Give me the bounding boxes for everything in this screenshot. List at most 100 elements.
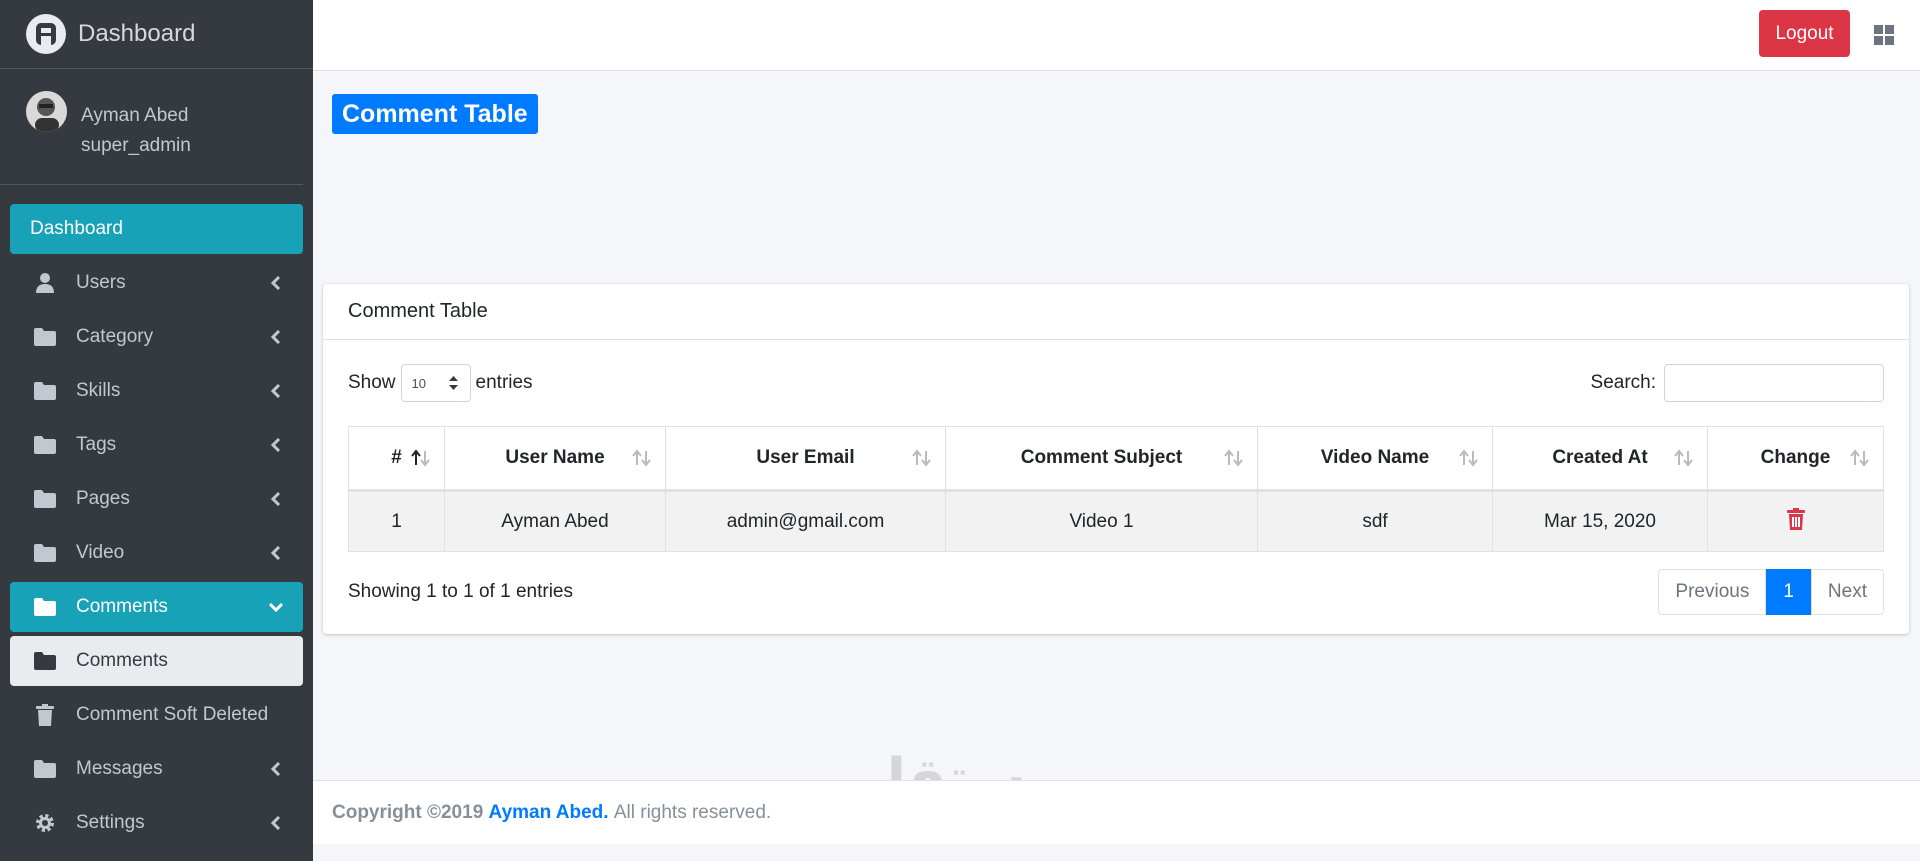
folder-icon [34, 380, 56, 402]
user-role: super_admin [81, 135, 191, 156]
chevron-left-icon [269, 438, 283, 452]
cell-video-name: sdf [1257, 490, 1493, 552]
folder-icon [34, 542, 56, 564]
sidebar-item-dashboard[interactable]: Dashboard [10, 204, 303, 254]
folder-icon [34, 650, 56, 672]
column-header-label: # [391, 447, 402, 468]
chevron-left-icon [269, 492, 283, 506]
sidebar-item-comments[interactable]: Comments [10, 582, 303, 632]
sort-icon [1673, 449, 1695, 467]
sidebar-item-label: Dashboard [30, 218, 123, 239]
sort-asc-icon [410, 449, 432, 467]
column-header-comment-subject[interactable]: Comment Subject [945, 426, 1258, 492]
search-control: Search: [1591, 364, 1884, 402]
page-button-current[interactable]: 1 [1766, 569, 1811, 615]
column-header-change[interactable]: Change [1707, 426, 1884, 492]
sort-icon [911, 449, 933, 467]
column-header-id[interactable]: # [348, 426, 445, 492]
entries-select-value: 10 [411, 375, 426, 391]
folder-icon [34, 434, 56, 456]
chevron-left-icon [269, 384, 283, 398]
sidebar-item-label: Comment Soft Deleted [76, 704, 269, 725]
bottom-strip [313, 844, 1920, 861]
brand-link[interactable]: Dashboard [0, 0, 313, 69]
sidebar-item-label: Video [76, 542, 125, 563]
chevron-left-icon [269, 762, 283, 776]
avatar [26, 91, 67, 132]
cell-change [1707, 490, 1884, 552]
column-header-label: Change [1760, 447, 1831, 468]
entries-select[interactable]: 10 [400, 364, 471, 402]
card-title: Comment Table [323, 284, 1909, 340]
user-name: Ayman Abed [81, 105, 189, 126]
sidebar-subitem-comments[interactable]: Comments [10, 636, 303, 686]
sidebar-item-pages[interactable]: Pages [10, 474, 303, 524]
search-input[interactable] [1664, 364, 1884, 402]
sidebar-item-label: Skills [76, 380, 121, 401]
cell-user-email: admin@gmail.com [665, 490, 946, 552]
column-header-created-at[interactable]: Created At [1492, 426, 1708, 492]
sort-icon [1849, 449, 1871, 467]
sidebar-item-settings[interactable]: Settings [10, 798, 303, 848]
cell-id: 1 [348, 490, 445, 552]
chevron-left-icon [269, 276, 283, 290]
sidebar-item-category[interactable]: Category [10, 312, 303, 362]
column-header-video-name[interactable]: Video Name [1257, 426, 1493, 492]
sidebar-nav: Dashboard Users Category Skills Tags Pag… [0, 185, 313, 848]
entries-length-control: Show 10 entries [348, 364, 533, 402]
delete-trash-icon[interactable] [1786, 507, 1805, 530]
sidebar-item-users[interactable]: Users [10, 258, 303, 308]
comment-table: # User Name User Email Comment Subject V… [348, 426, 1884, 552]
column-header-label: User Name [505, 447, 605, 468]
sidebar-item-label: Category [76, 326, 154, 347]
sidebar-item-label: Comments [76, 650, 168, 671]
footer-copyright: Copyright ©2019 [332, 801, 484, 823]
sidebar-item-label: Pages [76, 488, 130, 509]
previous-page-button[interactable]: Previous [1658, 569, 1767, 615]
folder-icon [34, 326, 56, 348]
cell-comment-subject: Video 1 [945, 490, 1258, 552]
column-header-user-email[interactable]: User Email [665, 426, 946, 492]
next-page-button[interactable]: Next [1810, 569, 1884, 615]
show-label: Show [348, 372, 396, 393]
folder-open-icon [34, 596, 56, 618]
sidebar-item-label: Users [76, 272, 126, 293]
user-panel[interactable]: Ayman Abed super_admin [0, 69, 303, 185]
select-caret-icon [448, 376, 458, 393]
cell-user-name: Ayman Abed [444, 490, 666, 552]
brand-title: Dashboard [78, 20, 196, 47]
sidebar-item-messages[interactable]: Messages [10, 744, 303, 794]
sidebar-item-label: Tags [76, 434, 117, 455]
table-info: Showing 1 to 1 of 1 entries [348, 581, 573, 602]
footer: Copyright ©2019 Ayman Abed. All rights r… [313, 780, 1920, 844]
column-header-label: Created At [1552, 447, 1648, 468]
logout-button[interactable]: Logout [1759, 10, 1850, 57]
table-row: 1 Ayman Abed admin@gmail.com Video 1 sdf… [348, 490, 1884, 552]
grid-icon[interactable] [1874, 25, 1894, 45]
sidebar-item-skills[interactable]: Skills [10, 366, 303, 416]
chevron-down-icon [269, 600, 283, 614]
sidebar-item-label: Settings [76, 812, 145, 833]
sidebar-item-label: Messages [76, 758, 163, 779]
entries-label: entries [475, 372, 533, 393]
page-title: Comment Table [332, 94, 538, 134]
sidebar-item-comment-soft-deleted[interactable]: Comment Soft Deleted [10, 690, 303, 740]
pagination: Previous 1 Next [1658, 569, 1884, 615]
footer-author-link[interactable]: Ayman Abed. [489, 802, 609, 824]
footer-rights: All rights reserved. [613, 801, 772, 823]
sidebar-item-tags[interactable]: Tags [10, 420, 303, 470]
folder-icon [34, 758, 56, 780]
column-header-user-name[interactable]: User Name [444, 426, 666, 492]
folder-icon [34, 488, 56, 510]
sort-icon [1458, 449, 1480, 467]
search-label: Search: [1590, 372, 1656, 393]
column-header-label: Comment Subject [1020, 447, 1183, 468]
column-header-label: User Email [756, 447, 855, 468]
chevron-left-icon [269, 816, 283, 830]
sidebar-item-video[interactable]: Video [10, 528, 303, 578]
column-header-label: Video Name [1320, 447, 1430, 468]
sort-icon [631, 449, 653, 467]
cell-created-at: Mar 15, 2020 [1492, 490, 1708, 552]
table-header-row: # User Name User Email Comment Subject V… [348, 426, 1884, 492]
chevron-left-icon [269, 546, 283, 560]
